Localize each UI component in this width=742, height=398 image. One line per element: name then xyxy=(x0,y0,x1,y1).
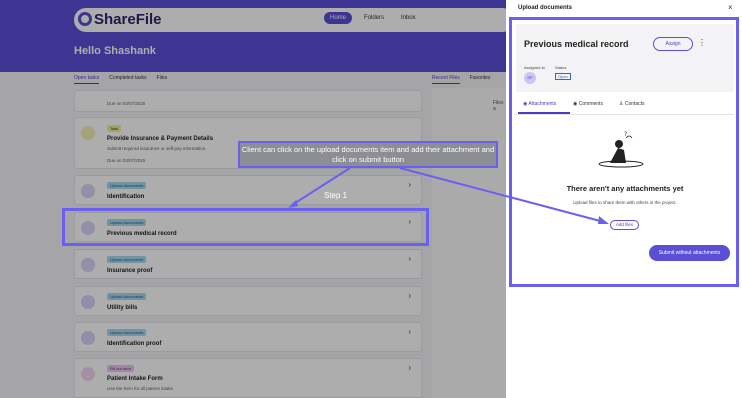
arrow-to-task xyxy=(291,167,351,206)
arrow-to-add-files xyxy=(399,167,605,223)
annotation-arrows xyxy=(288,167,609,224)
arrow-head xyxy=(598,216,609,224)
